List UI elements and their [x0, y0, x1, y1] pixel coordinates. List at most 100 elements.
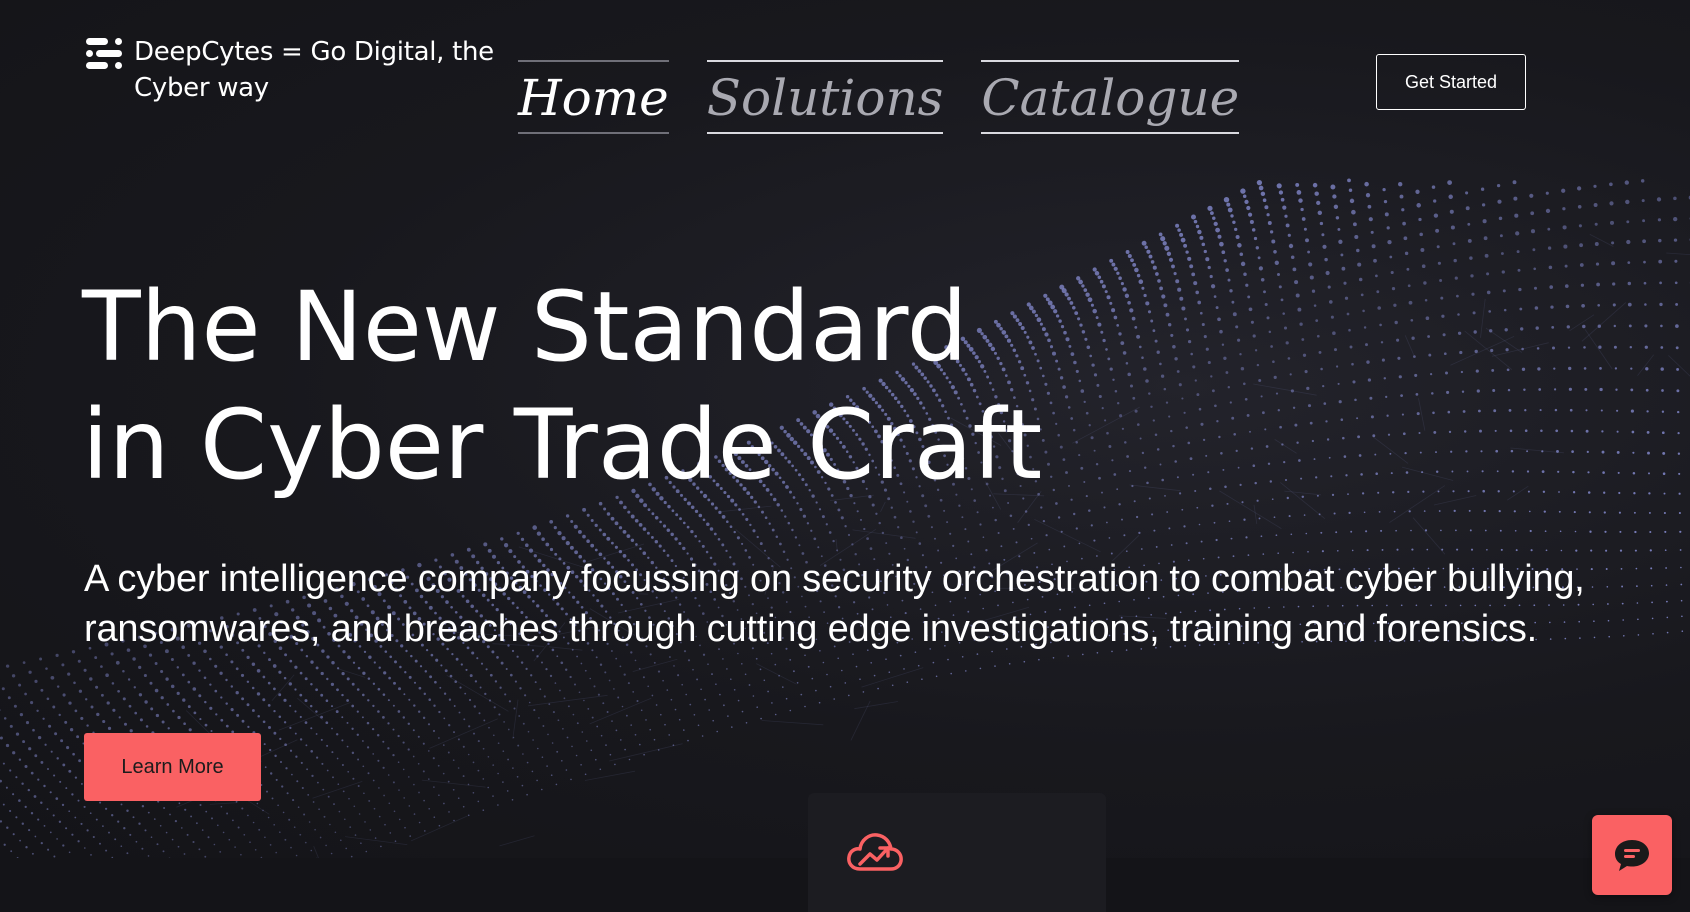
particle-dot — [1363, 326, 1367, 329]
particle-dot — [341, 671, 345, 676]
particle-dot — [267, 704, 271, 707]
particle-dot — [1448, 430, 1452, 434]
particle-dot — [1368, 217, 1373, 222]
particle-dot — [586, 740, 588, 742]
particle-dot — [1537, 367, 1541, 371]
particle-dot — [878, 521, 881, 525]
particle-dot — [460, 663, 463, 666]
particle-dot — [1631, 430, 1635, 434]
particle-dot — [694, 509, 699, 514]
particle-dot — [825, 523, 828, 526]
particle-dot — [326, 677, 329, 681]
particle-dot — [5, 743, 10, 748]
particle-dot — [1540, 429, 1543, 433]
particle-dot — [377, 687, 381, 691]
learn-more-button[interactable]: Learn More — [84, 733, 261, 801]
particle-dot — [482, 747, 485, 750]
particle-dot — [279, 831, 281, 833]
particle-dot — [1612, 282, 1616, 286]
particle-dot — [950, 672, 952, 675]
get-started-button[interactable]: Get Started — [1376, 54, 1526, 110]
particle-dot — [1593, 203, 1598, 207]
chat-button[interactable] — [1592, 815, 1672, 895]
particle-dot — [107, 726, 112, 731]
particle-dot — [1328, 300, 1333, 304]
particle-dot — [1514, 529, 1517, 532]
particle-dot — [367, 746, 370, 749]
particle-dot — [310, 750, 313, 753]
particle-dot — [594, 523, 598, 528]
particle-dot — [675, 513, 679, 517]
particle-dot — [1314, 191, 1319, 196]
particle-dot — [745, 517, 749, 521]
particle-dot — [443, 744, 445, 746]
particle-dot — [398, 818, 401, 821]
particle-dot — [566, 736, 569, 739]
nav-item-home[interactable]: Home — [518, 60, 669, 134]
particle-dot — [86, 829, 89, 832]
particle-dot — [818, 508, 822, 511]
particle-dot — [1423, 281, 1427, 285]
particle-dot — [177, 845, 180, 848]
particle-dot — [433, 816, 436, 818]
particle-dot — [22, 740, 26, 744]
particle-dot — [545, 542, 550, 547]
logo[interactable]: DeepCytes = Go Digital, the Cyber way — [84, 34, 494, 106]
particle-dot — [1562, 207, 1566, 211]
particle-dot — [358, 813, 361, 815]
particle-dot — [1177, 228, 1181, 232]
particle-dot — [362, 740, 364, 742]
particle-dot — [496, 656, 499, 659]
nav-item-catalogue[interactable]: Catalogue — [981, 60, 1240, 134]
particle-dot — [269, 844, 272, 846]
particle-dot — [141, 847, 144, 850]
particle-dot — [1555, 429, 1559, 433]
particle-dot — [1507, 388, 1511, 392]
particle-dot — [1418, 432, 1421, 434]
feature-card[interactable] — [808, 793, 1106, 912]
particle-dot — [9, 809, 12, 813]
particle-dot — [382, 766, 385, 769]
particle-dot — [764, 549, 766, 552]
particle-dot — [80, 716, 84, 720]
particle-dot — [423, 799, 425, 802]
particle-dot — [1618, 511, 1621, 514]
network-line — [499, 835, 535, 847]
particle-dot — [1160, 236, 1166, 242]
particle-dot — [630, 724, 632, 726]
nav-item-solutions[interactable]: Solutions — [706, 60, 944, 134]
particle-dot — [1572, 491, 1576, 494]
particle-dot — [443, 802, 445, 805]
particle-dot — [209, 657, 212, 661]
particle-dot — [741, 512, 745, 516]
particle-dot — [1597, 303, 1601, 307]
particle-dot — [333, 803, 335, 806]
particle-dot — [413, 813, 416, 815]
particle-dot — [548, 703, 551, 706]
particle-dot — [67, 672, 71, 676]
particle-dot — [315, 666, 319, 670]
particle-dot — [403, 693, 406, 696]
particle-dot — [532, 525, 537, 530]
network-line — [527, 694, 608, 707]
particle-dot — [12, 833, 15, 836]
particle-dot — [1674, 259, 1678, 263]
particle-dot — [1374, 453, 1377, 456]
particle-dot — [1539, 409, 1542, 412]
particle-dot — [1057, 516, 1061, 519]
particle-dot — [128, 704, 132, 708]
particle-dot — [524, 543, 529, 548]
particle-dot — [723, 704, 725, 707]
particle-dot — [399, 665, 402, 669]
particle-dot — [1508, 408, 1512, 412]
particle-dot — [1349, 345, 1353, 349]
particle-dot — [438, 710, 441, 714]
particle-dot — [422, 716, 426, 720]
particle-dot — [1235, 235, 1240, 239]
particle-dot — [483, 719, 486, 722]
particle-dot — [477, 800, 480, 803]
particle-dot — [1629, 345, 1633, 349]
network-line — [1637, 354, 1655, 376]
particle-dot — [565, 514, 570, 518]
particle-dot — [457, 738, 460, 741]
